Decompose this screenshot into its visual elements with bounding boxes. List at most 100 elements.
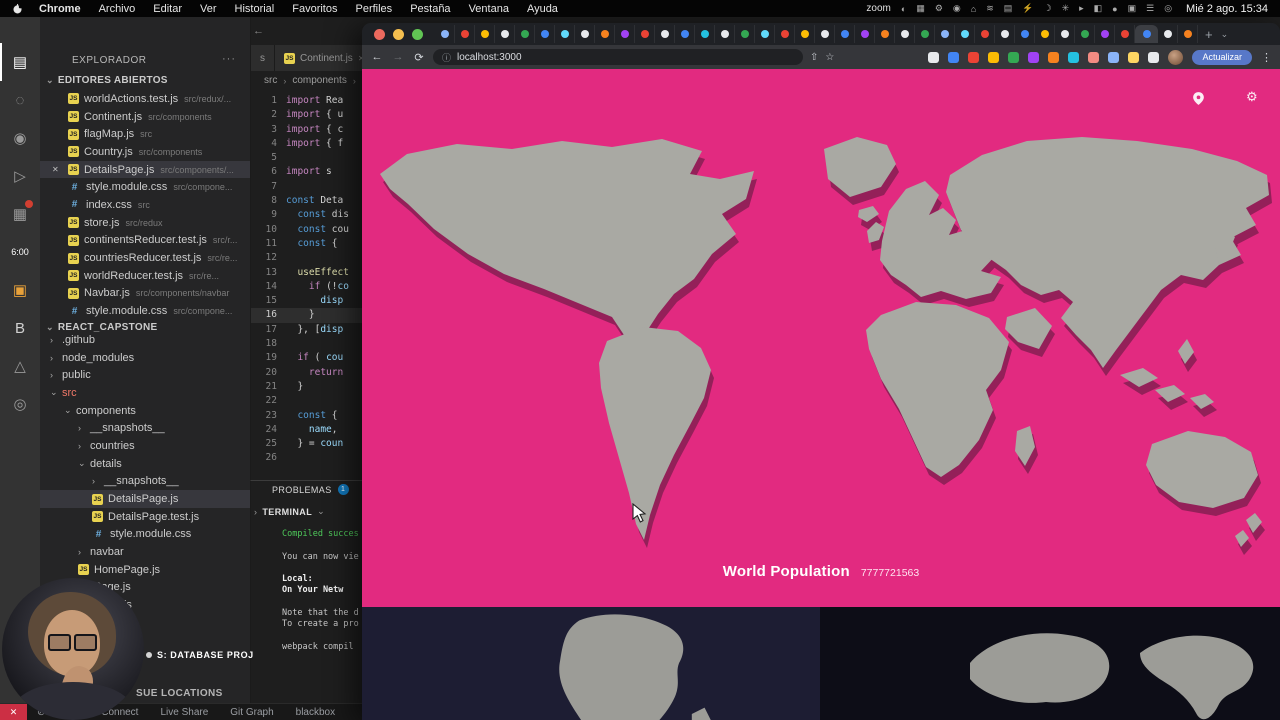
menubar-status-icon[interactable]: ▦	[916, 3, 925, 14]
continent-card-right-map[interactable]	[962, 621, 1272, 720]
browser-tab[interactable]	[635, 25, 655, 43]
menu-item[interactable]: Perfiles	[356, 3, 393, 15]
menubar-status-icon[interactable]: ◧	[1094, 3, 1103, 14]
menubar-status-icon[interactable]: ◉	[953, 3, 961, 14]
close-window-button[interactable]	[374, 28, 385, 40]
zoom-window-button[interactable]	[412, 28, 423, 40]
open-editor-item[interactable]: JS worldReducer.test.js src/re...	[40, 267, 250, 285]
menu-item[interactable]: Favoritos	[292, 3, 337, 15]
browser-tab[interactable]	[815, 25, 835, 43]
share-icon[interactable]: ⇧	[810, 52, 818, 63]
open-editor-item[interactable]: ✕ JS DetailsPage.js src/components/...	[40, 160, 250, 179]
menu-item[interactable]: Pestaña	[410, 3, 450, 15]
menu-item[interactable]: Historial	[235, 3, 275, 15]
browser-tab[interactable]	[875, 25, 895, 43]
back-icon[interactable]: ←	[370, 51, 384, 63]
tab-terminal[interactable]: › TERMINAL ⌄	[254, 506, 325, 517]
open-editor-item[interactable]: # index.css src	[40, 196, 250, 214]
open-editor-item[interactable]: JS worldActions.test.js src/redux/...	[40, 90, 250, 108]
tree-item[interactable]: › public	[40, 366, 250, 384]
search-icon[interactable]: ◌	[0, 81, 40, 119]
browser-tab[interactable]	[475, 25, 495, 43]
address-bar[interactable]: ⓘ localhost:3000	[433, 49, 803, 65]
menubar-status-icon[interactable]: ▤	[1004, 3, 1013, 14]
menubar-status-icon[interactable]: ≋	[986, 3, 994, 14]
minimize-window-button[interactable]	[393, 28, 404, 40]
extensions-icon[interactable]: ▦	[0, 195, 40, 233]
menubar-status-icon[interactable]: ◎	[1164, 3, 1172, 14]
extension-icon[interactable]	[1128, 51, 1140, 63]
menu-item[interactable]: Chrome	[39, 3, 81, 15]
browser-tab[interactable]	[575, 25, 595, 43]
continents[interactable]	[380, 137, 1269, 547]
menu-item[interactable]: Ventana	[469, 3, 509, 15]
forward-icon[interactable]: →	[391, 51, 405, 63]
menubar-status-icon[interactable]: ▣	[1128, 3, 1137, 14]
settings-gear-icon[interactable]: ⚙	[1246, 89, 1258, 105]
browser-tab[interactable]	[595, 25, 615, 43]
editor-tab-partial[interactable]: s	[251, 45, 275, 71]
open-editor-item[interactable]: # style.module.css src/compone...	[40, 178, 250, 196]
browser-tab[interactable]	[1158, 25, 1178, 43]
tree-item[interactable]: ⌄ src	[40, 384, 250, 402]
profile-avatar[interactable]	[1168, 49, 1184, 65]
browser-tab[interactable]	[755, 25, 775, 43]
extension-icon[interactable]	[1068, 51, 1080, 63]
tree-item[interactable]: › __snapshots__	[40, 473, 250, 491]
browser-tab[interactable]	[1075, 25, 1095, 43]
browser-tab[interactable]	[615, 25, 635, 43]
browser-tab[interactable]	[535, 25, 555, 43]
browser-tab[interactable]	[955, 25, 975, 43]
menu-item[interactable]: Archivo	[99, 3, 136, 15]
browser-tab[interactable]	[795, 25, 815, 43]
extension-icon[interactable]	[968, 51, 980, 63]
browser-tab[interactable]	[555, 25, 575, 43]
source-control-icon[interactable]: ◉	[0, 119, 40, 157]
issue-locations-header[interactable]: SUE LOCATIONS	[136, 688, 223, 699]
browser-tab[interactable]	[495, 25, 515, 43]
browser-tab[interactable]	[975, 25, 995, 43]
extension-icon[interactable]	[1088, 51, 1100, 63]
browser-tab[interactable]	[1055, 25, 1075, 43]
open-editor-item[interactable]: JS countriesReducer.test.js src/re...	[40, 249, 250, 267]
blackbox-icon[interactable]: B	[0, 309, 40, 347]
browser-tab[interactable]	[1035, 25, 1055, 43]
browser-tab[interactable]	[995, 25, 1015, 43]
world-map[interactable]	[362, 79, 1280, 599]
browser-tab[interactable]	[735, 25, 755, 43]
open-editor-item[interactable]: JS flagMap.js src	[40, 125, 250, 143]
open-editor-item[interactable]: JS Country.js src/components	[40, 143, 250, 161]
extension-icon[interactable]	[1028, 51, 1040, 63]
open-editor-item[interactable]: JS continentsReducer.test.js src/r...	[40, 232, 250, 250]
browser-tab[interactable]	[655, 25, 675, 43]
open-editor-item[interactable]: JS store.js src/redux	[40, 214, 250, 232]
extension-icon[interactable]	[1008, 51, 1020, 63]
site-info-icon[interactable]: ⓘ	[442, 51, 451, 64]
tree-item[interactable]: JS DetailsPage.js	[40, 490, 250, 508]
extension-icon[interactable]	[988, 51, 1000, 63]
tree-item[interactable]: JS DetailsPage.test.js	[40, 508, 250, 526]
browser-tab[interactable]	[935, 25, 955, 43]
statusbar-item[interactable]: Live Share	[160, 707, 208, 718]
chrome-menu-icon[interactable]: ⋮	[1261, 51, 1272, 64]
extension-icon[interactable]	[948, 51, 960, 63]
new-tab-button[interactable]: +	[1205, 27, 1213, 42]
menubar-status-icon[interactable]: ▸	[1079, 3, 1084, 14]
tree-item[interactable]: › countries	[40, 437, 250, 455]
browser-tab[interactable]	[435, 25, 455, 43]
statusbar-item[interactable]: blackbox	[296, 707, 335, 718]
editor-tab-continent[interactable]: JS Continent.js ✕	[275, 45, 375, 71]
browser-tab[interactable]	[835, 25, 855, 43]
accounts-icon[interactable]: ◎	[0, 385, 40, 423]
menubar-status-icon[interactable]: ⌂	[971, 4, 976, 14]
zoom-menu-item[interactable]: zoom	[866, 3, 890, 14]
testing-icon[interactable]: △	[0, 347, 40, 385]
tree-item[interactable]: # style.module.css	[40, 526, 250, 544]
location-pin-icon[interactable]	[1192, 91, 1205, 106]
browser-tab[interactable]	[1015, 25, 1035, 43]
continent-card-africa[interactable]	[362, 607, 820, 720]
browser-tab[interactable]	[775, 25, 795, 43]
close-icon[interactable]: ✕	[52, 165, 68, 174]
browser-tab[interactable]	[895, 25, 915, 43]
open-editors-header[interactable]: ⌄ EDITORES ABIERTOS	[46, 75, 168, 86]
